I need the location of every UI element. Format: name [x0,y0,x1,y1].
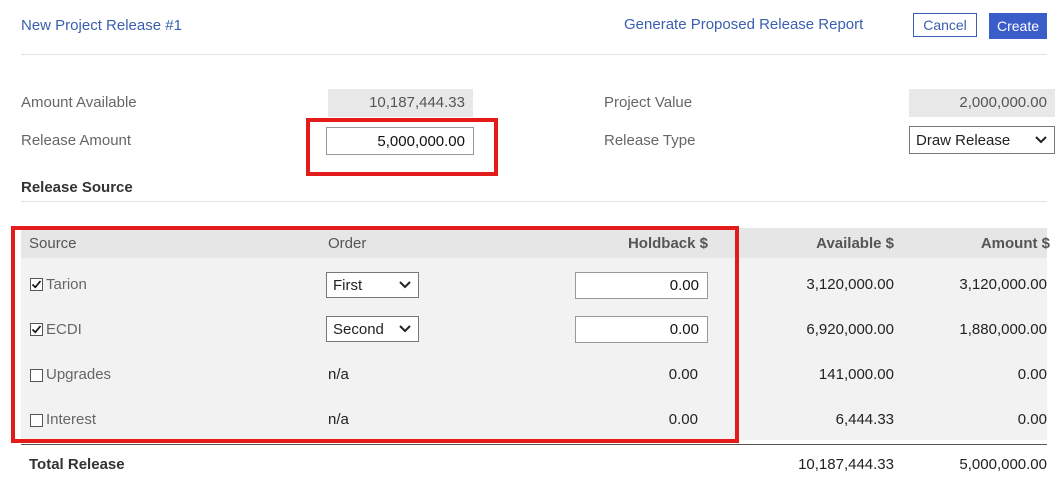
tarion-available: 3,120,000.00 [806,276,894,293]
tarion-amount: 3,120,000.00 [959,276,1047,293]
cancel-button[interactable]: Cancel [913,13,977,37]
total-release-label: Total Release [29,456,125,473]
release-type-value: Draw Release [916,131,1011,149]
page-title: New Project Release #1 [21,17,182,34]
header-divider [21,54,1047,55]
total-divider [21,444,1047,445]
project-value-label: Project Value [604,94,693,111]
release-amount-label: Release Amount [21,132,132,149]
total-amount: 5,000,000.00 [959,456,1047,473]
chevron-down-icon [1035,136,1047,144]
amount-available-label: Amount Available [21,94,137,111]
table-highlight [11,226,739,443]
generate-report-link[interactable]: Generate Proposed Release Report [624,16,863,33]
col-available-header: Available $ [816,235,894,252]
release-type-label: Release Type [604,132,696,149]
interest-available: 6,444.33 [835,411,894,428]
total-available: 10,187,444.33 [798,456,894,473]
col-amount-header: Amount $ [980,235,1050,252]
release-type-select[interactable]: Draw Release [909,126,1055,154]
ecdi-available: 6,920,000.00 [806,321,894,338]
amount-available-value: 10,187,444.33 [328,89,473,117]
release-amount-input[interactable] [326,127,474,155]
upgrades-available: 141,000.00 [818,366,894,383]
section-divider [21,201,1047,202]
upgrades-amount: 0.00 [1017,366,1047,383]
project-value-value: 2,000,000.00 [909,89,1055,117]
create-button[interactable]: Create [989,13,1047,39]
interest-amount: 0.00 [1017,411,1047,428]
ecdi-amount: 1,880,000.00 [959,321,1047,338]
release-source-heading: Release Source [21,179,133,196]
